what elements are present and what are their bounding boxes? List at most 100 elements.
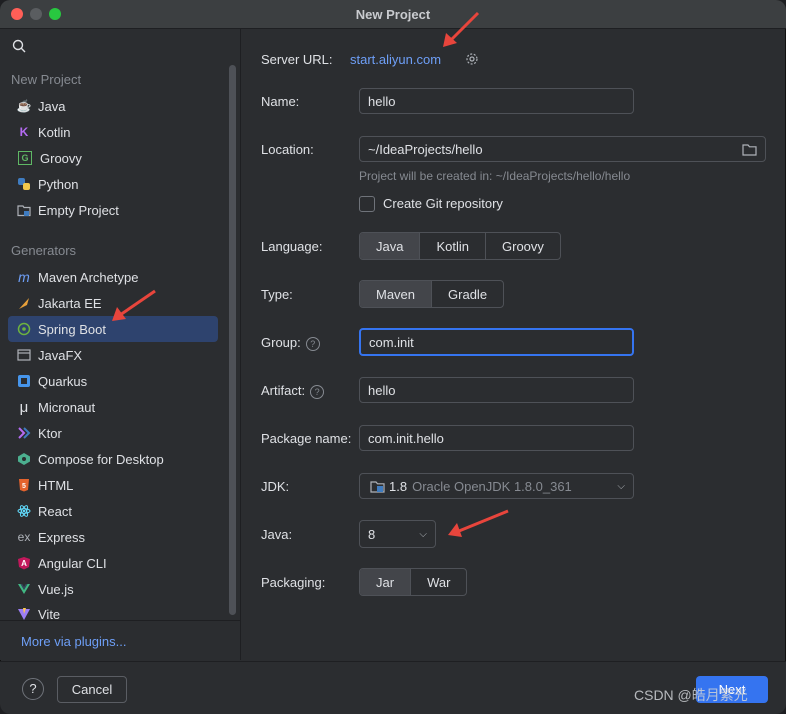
sidebar-item-label: Vue.js [38,581,74,597]
section-new-project-label: New Project [11,72,82,87]
create-git-label: Create Git repository [383,196,503,211]
group-label: Group:? [261,335,320,351]
help-button[interactable]: ? [22,678,44,700]
sidebar-item-empty-project[interactable]: Empty Project [8,197,218,223]
sidebar-item-micronaut[interactable]: μ Micronaut [8,394,218,420]
search-icon[interactable] [12,39,26,53]
sidebar-scrollbar[interactable] [229,65,236,615]
chevron-down-icon: ⌵ [419,528,427,540]
sidebar-item-label: Python [38,176,79,192]
folder-icon[interactable] [742,143,757,156]
sidebar-item-label: Spring Boot [38,321,106,337]
sidebar-footer: More via plugins... [0,620,240,661]
packaging-option-war[interactable]: War [411,569,466,595]
jdk-label: JDK: [261,479,290,494]
type-label: Type: [261,287,293,302]
jdk-dropdown[interactable]: 1.8 Oracle OpenJDK 1.8.0_361 ⌵ [359,473,634,499]
sidebar-item-compose-desktop[interactable]: Compose for Desktop [8,446,218,472]
annotation-arrow-spring-boot [112,289,156,321]
vite-icon [16,606,32,620]
csdn-watermark: CSDN @皓月紫光 [634,687,748,703]
language-selector: Java Kotlin Groovy [359,232,561,260]
cancel-button[interactable]: Cancel [57,676,127,703]
sidebar-item-angular-cli[interactable]: A Angular CLI [8,550,218,576]
gear-icon[interactable] [465,52,479,66]
compose-icon [16,451,32,467]
language-option-kotlin[interactable]: Kotlin [420,233,486,259]
package-name-field-value: com.init.hello [368,430,444,446]
chevron-down-icon: ⌵ [617,480,625,492]
server-url-link[interactable]: start.aliyun.com [350,52,441,67]
location-field[interactable]: ~/IdeaProjects/hello [359,136,766,162]
type-option-maven[interactable]: Maven [360,281,433,307]
language-option-groovy[interactable]: Groovy [486,233,560,259]
svg-text:5: 5 [22,483,26,490]
sidebar-item-vite[interactable]: Vite [8,602,218,620]
name-field-value: hello [368,93,396,109]
help-icon[interactable]: ? [305,336,320,351]
artifact-field[interactable]: hello [359,377,634,403]
jakarta-icon [16,295,32,311]
vue-icon [16,581,32,597]
create-git-checkbox[interactable] [359,196,375,212]
package-name-label: Package name: [261,431,352,446]
packaging-option-jar[interactable]: Jar [360,569,412,595]
sidebar-item-kotlin[interactable]: K Kotlin [8,119,218,145]
quarkus-icon [16,373,32,389]
sidebar-item-react[interactable]: React [8,498,218,524]
sidebar-item-quarkus[interactable]: Quarkus [8,368,218,394]
location-field-value: ~/IdeaProjects/hello [368,141,483,157]
type-option-gradle[interactable]: Gradle [432,281,503,307]
group-label-text: Group: [261,335,301,350]
sidebar-item-maven-archetype[interactable]: m Maven Archetype [8,264,218,290]
dialog-footer: ? Cancel Next CSDN @皓月紫光 [0,661,786,714]
groovy-icon: G [18,151,32,165]
sidebar-item-vuejs[interactable]: Vue.js [8,576,218,602]
type-selector: Maven Gradle [359,280,505,308]
java-cup-icon: ☕ [16,99,32,113]
sidebar-item-label: Kotlin [38,124,71,140]
sidebar-item-label: Quarkus [38,373,88,389]
location-hint: Project will be created in: ~/IdeaProjec… [359,169,631,183]
sidebar-item-label: Groovy [40,150,82,166]
annotation-arrow-java-version [448,509,509,537]
sidebar-item-label: JavaFX [38,347,83,363]
java-version-label: Java: [261,527,293,542]
spring-boot-icon [16,321,32,337]
sidebar-item-label: Vite [38,607,61,620]
kotlin-icon: K [19,125,29,139]
ktor-icon [16,425,32,441]
new-project-window: New Project New Project ☕ Java K Kotlin … [0,0,786,714]
project-settings-form: Server URL: start.aliyun.com Name: hello… [241,29,786,660]
sidebar-item-python[interactable]: Python [8,171,218,197]
sidebar-item-html[interactable]: 5 HTML [8,472,218,498]
micronaut-icon: μ [19,398,29,416]
title-bar: New Project [0,0,786,29]
html5-icon: 5 [16,477,32,493]
language-label: Language: [261,239,323,254]
java-version-dropdown[interactable]: 8 ⌵ [359,520,436,548]
sidebar-item-ktor[interactable]: Ktor [8,420,218,446]
sidebar-item-label: Java [38,98,66,114]
help-icon[interactable]: ? [310,384,325,399]
sidebar-item-java[interactable]: ☕ Java [8,93,218,119]
language-option-java[interactable]: Java [360,233,421,259]
sidebar: New Project ☕ Java K Kotlin G Groovy Pyt… [0,29,241,660]
jdk-name: Oracle OpenJDK 1.8.0_361 [412,478,572,494]
sidebar-item-express[interactable]: ex Express [8,524,218,550]
javafx-icon [16,347,32,363]
sidebar-item-groovy[interactable]: G Groovy [8,145,218,171]
name-label: Name: [261,94,300,109]
more-plugins-link[interactable]: More via plugins... [21,634,127,649]
angular-icon: A [16,555,32,571]
name-field[interactable]: hello [359,88,634,114]
package-name-field[interactable]: com.init.hello [359,425,634,451]
jdk-folder-icon [370,480,385,493]
group-field[interactable]: com.init [359,328,634,356]
sidebar-item-javafx[interactable]: JavaFX [8,342,218,368]
packaging-label: Packaging: [261,575,326,590]
server-url-label: Server URL: [261,52,333,67]
react-icon [16,503,32,519]
sidebar-item-label: Micronaut [38,399,96,415]
sidebar-item-label: Maven Archetype [38,269,139,285]
